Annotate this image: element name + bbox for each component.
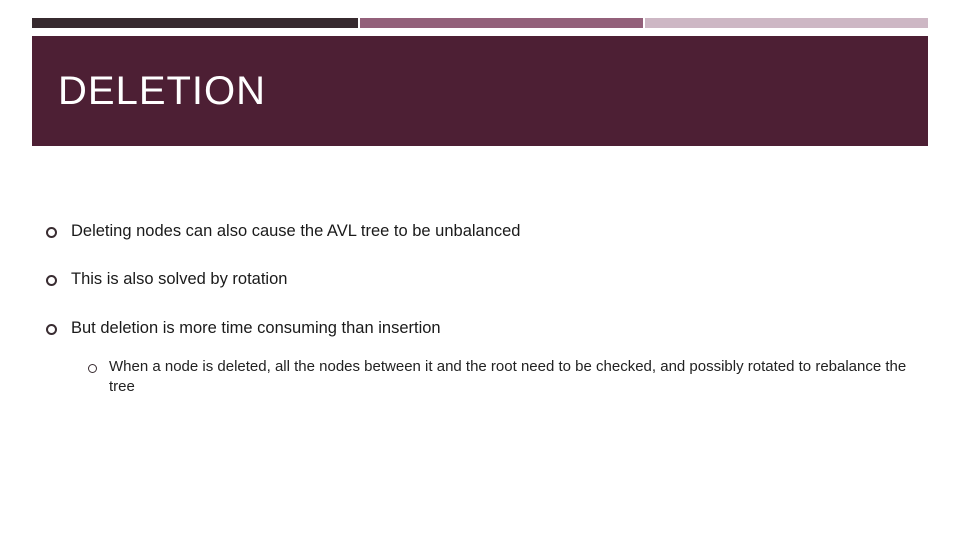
accent-segment-dark [32,18,358,28]
bullet-item: Deleting nodes can also cause the AVL tr… [46,220,914,244]
bullet-text: Deleting nodes can also cause the AVL tr… [71,220,914,242]
bullet-item: But deletion is more time consuming than… [46,317,914,341]
sub-bullet-group: When a node is deleted, all the nodes be… [88,357,914,398]
bullet-item: This is also solved by rotation [46,268,914,292]
bullet-text: But deletion is more time consuming than… [71,317,914,339]
title-block: DELETION [32,36,928,146]
accent-bar [0,18,960,28]
slide: DELETION Deleting nodes can also cause t… [0,0,960,540]
accent-segment-mid [360,18,643,28]
sub-bullet-text: When a node is deleted, all the nodes be… [109,357,914,398]
slide-body: Deleting nodes can also cause the AVL tr… [46,220,914,417]
bullet-open-circle-icon [46,319,57,341]
bullet-open-circle-icon [46,222,57,244]
sub-bullet-item: When a node is deleted, all the nodes be… [88,357,914,398]
accent-segment-light [645,18,928,28]
slide-title: DELETION [58,69,266,114]
bullet-open-circle-icon [46,270,57,292]
bullet-open-circle-icon [88,359,97,379]
bullet-text: This is also solved by rotation [71,268,914,290]
